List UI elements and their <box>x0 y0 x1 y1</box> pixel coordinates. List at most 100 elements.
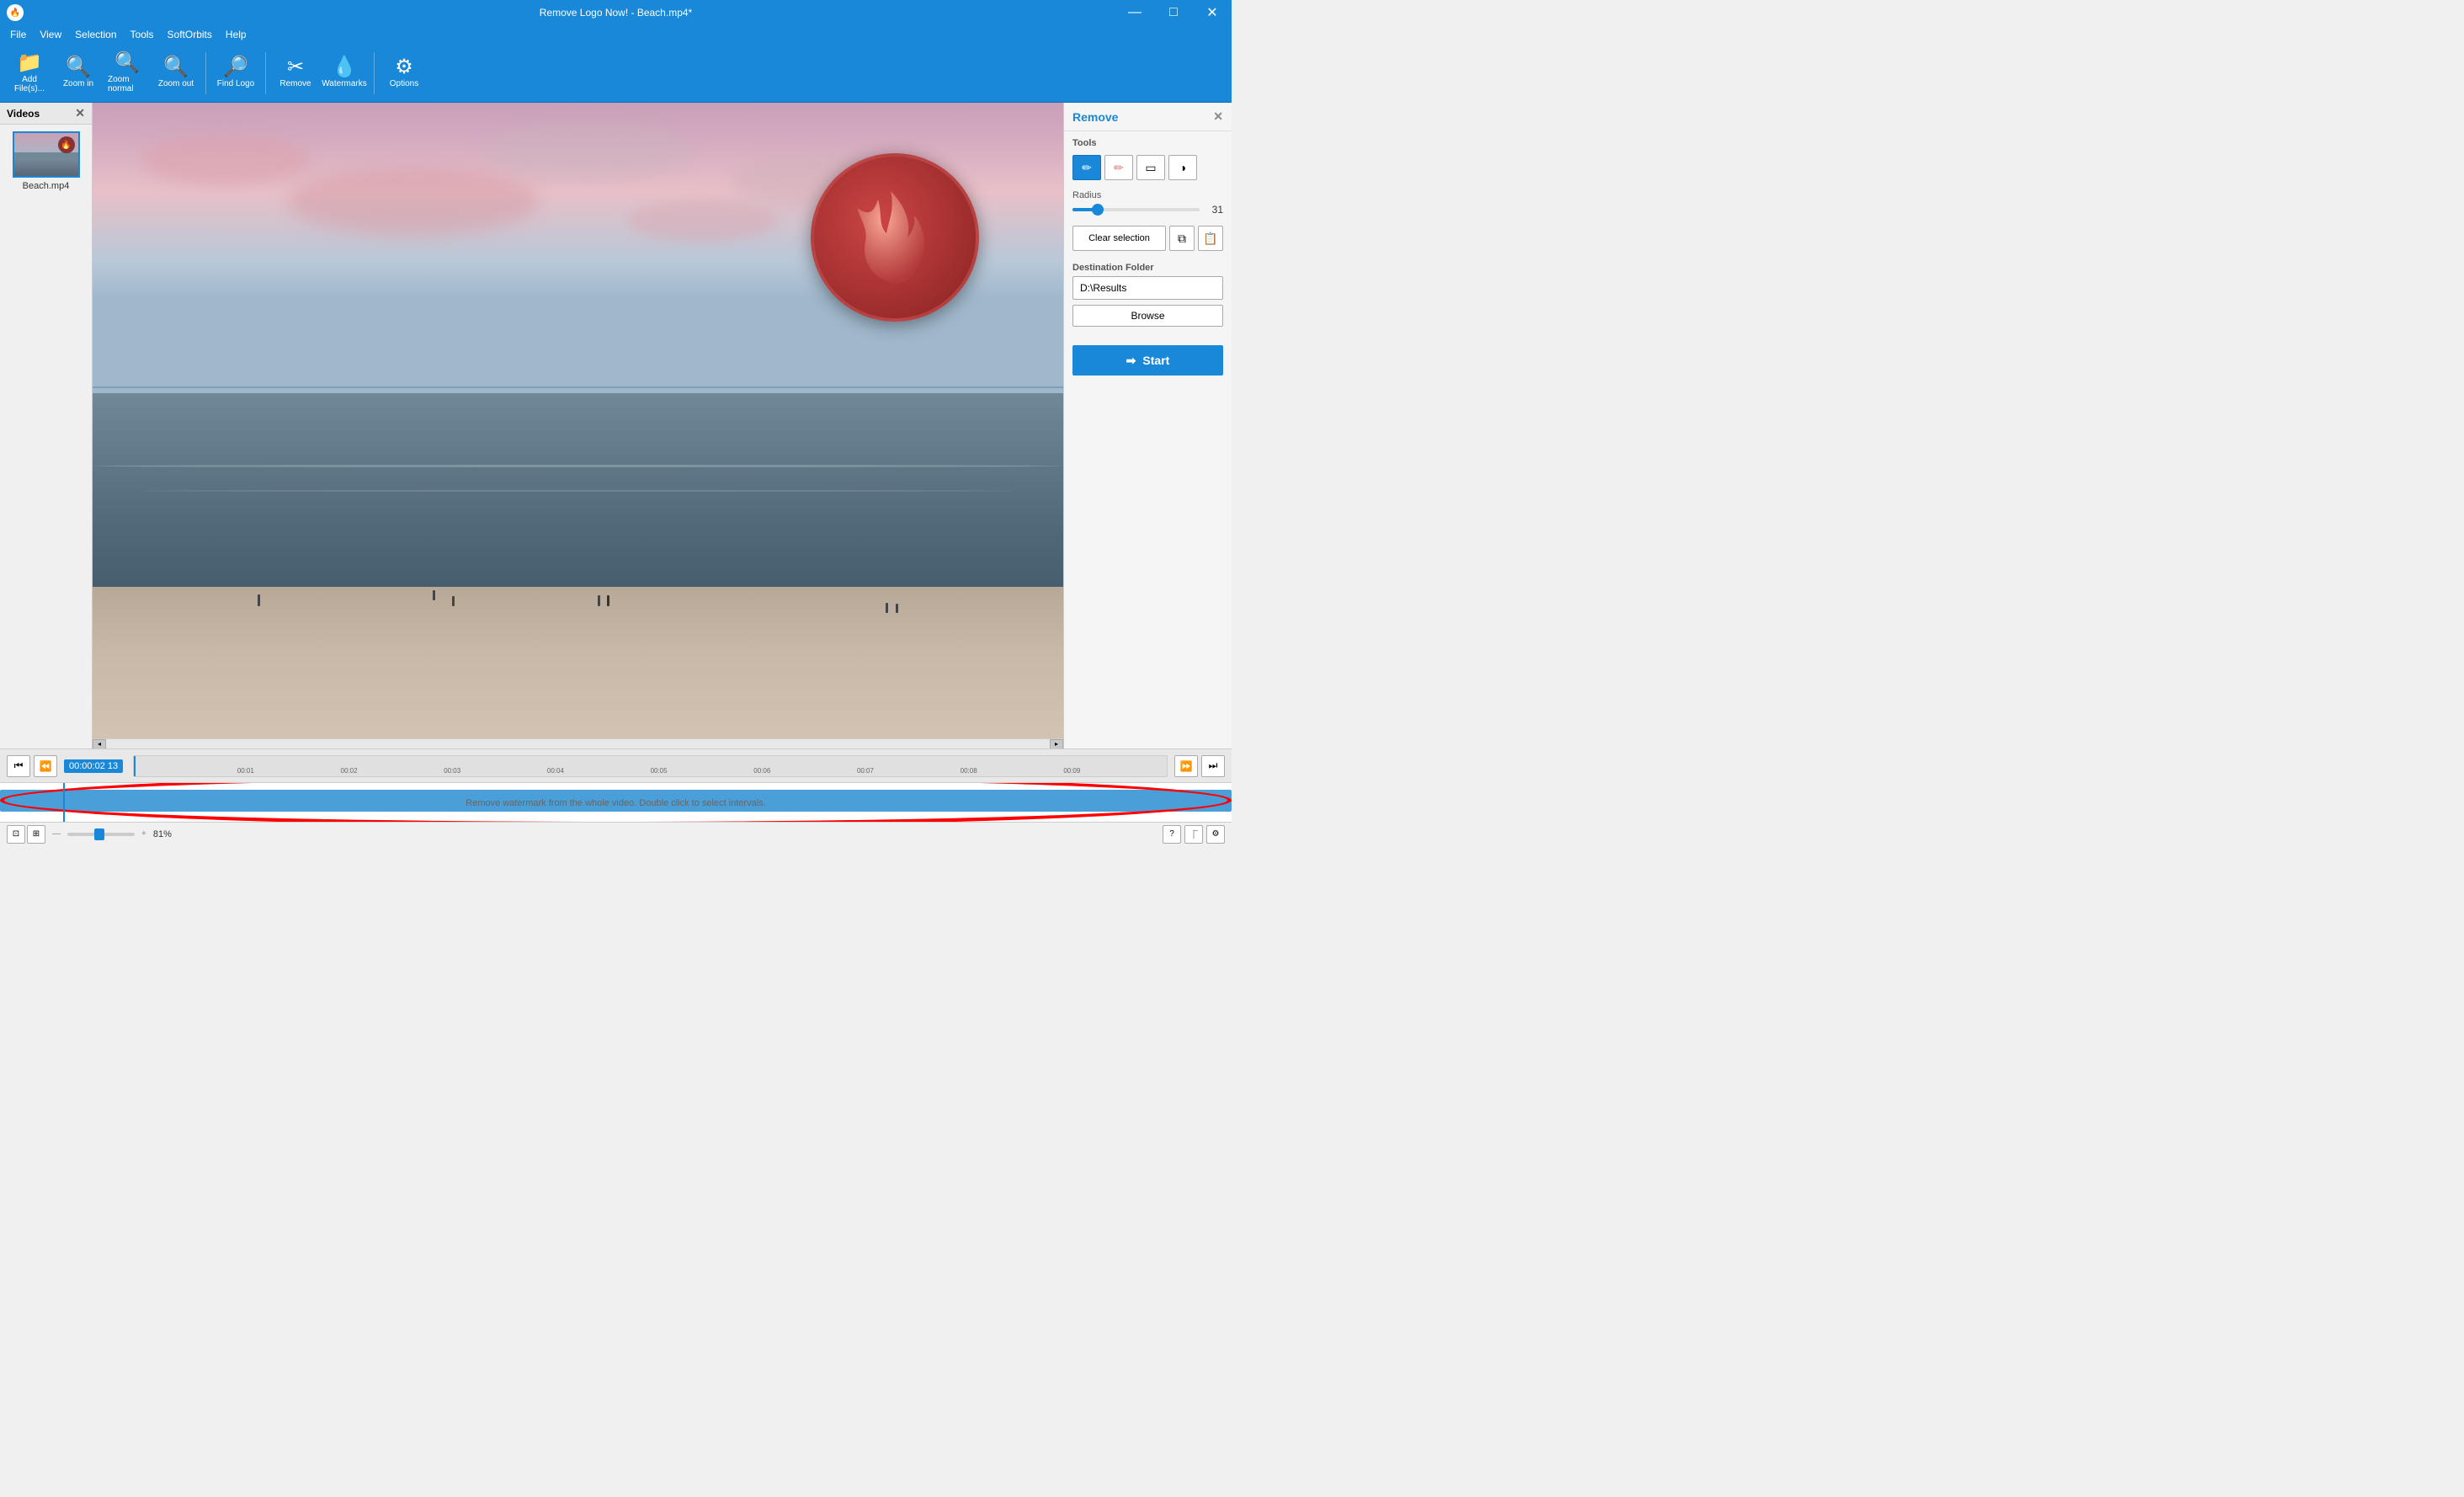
scroll-track[interactable] <box>106 739 1050 749</box>
minimize-button[interactable]: — <box>1115 0 1154 25</box>
eraser-tool-button[interactable]: ✏ <box>1104 155 1133 180</box>
maximize-button[interactable]: □ <box>1154 0 1193 25</box>
find-logo-label: Find Logo <box>217 79 254 88</box>
to-end-icon: ⏭ <box>1209 759 1218 772</box>
videos-panel-close[interactable]: ✕ <box>75 106 85 120</box>
lasso-icon: ◑ <box>1179 161 1186 174</box>
zoom-slider[interactable] <box>67 833 135 836</box>
help-button[interactable]: ? <box>1163 825 1181 844</box>
browse-button[interactable]: Browse <box>1072 305 1223 327</box>
right-panel-header: Remove ✕ <box>1064 103 1232 131</box>
menu-bar: File View Selection Tools SoftOrbits Hel… <box>0 25 1232 44</box>
bottom-right-controls: ? ⎾ ⚙ <box>1163 825 1225 844</box>
track-mode-button[interactable]: ⊞ <box>27 825 45 844</box>
copy-frame-icon: ⧉ <box>1178 232 1186 246</box>
zoom-slider-thumb <box>94 828 104 840</box>
menu-softorbits[interactable]: SoftOrbits <box>161 27 219 42</box>
zoom-out-icon: 🔍 <box>163 57 189 77</box>
start-label: Start <box>1142 354 1169 367</box>
timeline-ruler-strip[interactable]: 00:01 00:02 00:03 00:04 00:05 00:06 00:0… <box>133 755 1168 777</box>
timeline-track-area[interactable]: Remove watermark from the whole video. D… <box>0 783 1232 822</box>
add-files-label: Add File(s)... <box>14 75 45 93</box>
toolbar-separator-3 <box>374 52 375 94</box>
zoom-normal-label: Zoom normal <box>108 75 146 93</box>
time-display: 00:00:02 13 <box>64 759 123 773</box>
left-panel: Videos ✕ 🔥 Beach.mp4 <box>0 103 93 748</box>
lasso-tool-button[interactable]: ◑ <box>1168 155 1197 180</box>
zoom-normal-icon: 🔍 <box>114 53 140 73</box>
playhead-control <box>134 756 136 776</box>
timeline-hint-text: Remove watermark from the whole video. D… <box>464 796 767 810</box>
eraser-icon: ✏ <box>1114 161 1124 175</box>
cloud-2 <box>287 168 540 235</box>
playhead <box>63 783 65 822</box>
watermarks-button[interactable]: 💧 Watermarks <box>322 48 367 99</box>
zoom-in-icon: 🔍 <box>66 57 91 77</box>
clear-selection-button[interactable]: Clear selection <box>1072 226 1166 251</box>
zoom-normal-button[interactable]: 🔍 Zoom normal <box>104 48 150 99</box>
menu-view[interactable]: View <box>33 27 68 42</box>
rectangle-tool-button[interactable]: ▭ <box>1136 155 1165 180</box>
timeline-controls: ⏮ ⏪ 00:00:02 13 00:01 00:02 00:03 00:04 … <box>0 749 1232 783</box>
videos-panel-title: Videos <box>7 108 40 120</box>
to-start-icon: ⏮ <box>14 759 24 772</box>
menu-selection[interactable]: Selection <box>68 27 123 42</box>
selection-mode-button[interactable]: ⊡ <box>7 825 25 844</box>
close-button[interactable]: ✕ <box>1193 0 1232 25</box>
video-thumbnail-item[interactable]: 🔥 Beach.mp4 <box>13 131 80 191</box>
destination-folder-input[interactable] <box>1072 276 1223 300</box>
zoom-minus-icon: — <box>52 829 61 839</box>
next-frame-button[interactable]: ⏩ <box>1174 755 1198 777</box>
timeline-area: ⏮ ⏪ 00:00:02 13 00:01 00:02 00:03 00:04 … <box>0 748 1232 845</box>
menu-tools[interactable]: Tools <box>124 27 161 42</box>
person-7 <box>896 604 898 613</box>
radius-label: Radius <box>1064 184 1232 202</box>
timeline-bottom: ⊡ ⊞ — + 81% ? ⎾ ⚙ <box>0 822 1232 845</box>
video-area[interactable]: ◂ ▸ <box>93 103 1063 748</box>
find-logo-button[interactable]: 🔎 Find Logo <box>213 48 258 99</box>
copy-frame-button[interactable]: ⧉ <box>1169 226 1195 251</box>
clear-selection-row: Clear selection ⧉ 📋 <box>1064 222 1232 254</box>
zoom-in-button[interactable]: 🔍 Zoom in <box>56 48 101 99</box>
options-button[interactable]: ⚙ Options <box>381 48 427 99</box>
pencil-tool-button[interactable]: ✏ <box>1072 155 1101 180</box>
radius-slider[interactable] <box>1072 208 1200 211</box>
sand-layer <box>93 587 1063 748</box>
zoom-out-button[interactable]: 🔍 Zoom out <box>153 48 199 99</box>
logo-flame-svg <box>840 183 950 292</box>
start-button[interactable]: ➡ Start <box>1072 345 1223 376</box>
menu-help[interactable]: Help <box>219 27 253 42</box>
videos-panel-header: Videos ✕ <box>0 103 92 125</box>
paste-frame-button[interactable]: 📋 <box>1198 226 1223 251</box>
menu-file[interactable]: File <box>3 27 33 42</box>
prev-frame-button[interactable]: ⏪ <box>34 755 57 777</box>
cloud-1 <box>141 135 310 185</box>
rectangle-icon: ▭ <box>1145 161 1156 175</box>
next-frame-icon: ⏩ <box>1180 760 1193 772</box>
prev-frame-icon: ⏪ <box>40 760 52 772</box>
toolbar-separator-1 <box>205 52 206 94</box>
right-panel-close[interactable]: ✕ <box>1213 109 1223 124</box>
add-files-icon: 📁 <box>17 53 42 73</box>
pencil-icon: ✏ <box>1082 161 1092 175</box>
destination-folder-label: Destination Folder <box>1064 254 1232 276</box>
to-end-button[interactable]: ⏭ <box>1201 755 1225 777</box>
options-icon: ⚙ <box>395 57 413 77</box>
scroll-right-arrow[interactable]: ▸ <box>1050 739 1063 749</box>
window-title: Remove Logo Now! - Beach.mp4* <box>540 7 692 19</box>
paste-frame-icon: 📋 <box>1203 232 1217 246</box>
person-1 <box>258 594 260 606</box>
watermarks-label: Watermarks <box>322 79 367 88</box>
scroll-left-arrow[interactable]: ◂ <box>93 739 106 749</box>
cloud-4 <box>626 200 778 242</box>
add-files-button[interactable]: 📁 Add File(s)... <box>7 48 52 99</box>
video-horizontal-scrollbar[interactable]: ◂ ▸ <box>93 738 1063 748</box>
toolbar: 📁 Add File(s)... 🔍 Zoom in 🔍 Zoom normal… <box>0 44 1232 103</box>
wave-1 <box>93 465 1063 467</box>
settings-button[interactable]: ⚙ <box>1206 825 1225 844</box>
cloud-3 <box>481 122 691 181</box>
to-start-button[interactable]: ⏮ <box>7 755 30 777</box>
bookmark-button[interactable]: ⎾ <box>1184 825 1203 844</box>
remove-button[interactable]: ✂ Remove <box>273 48 318 99</box>
video-filename: Beach.mp4 <box>23 181 70 191</box>
